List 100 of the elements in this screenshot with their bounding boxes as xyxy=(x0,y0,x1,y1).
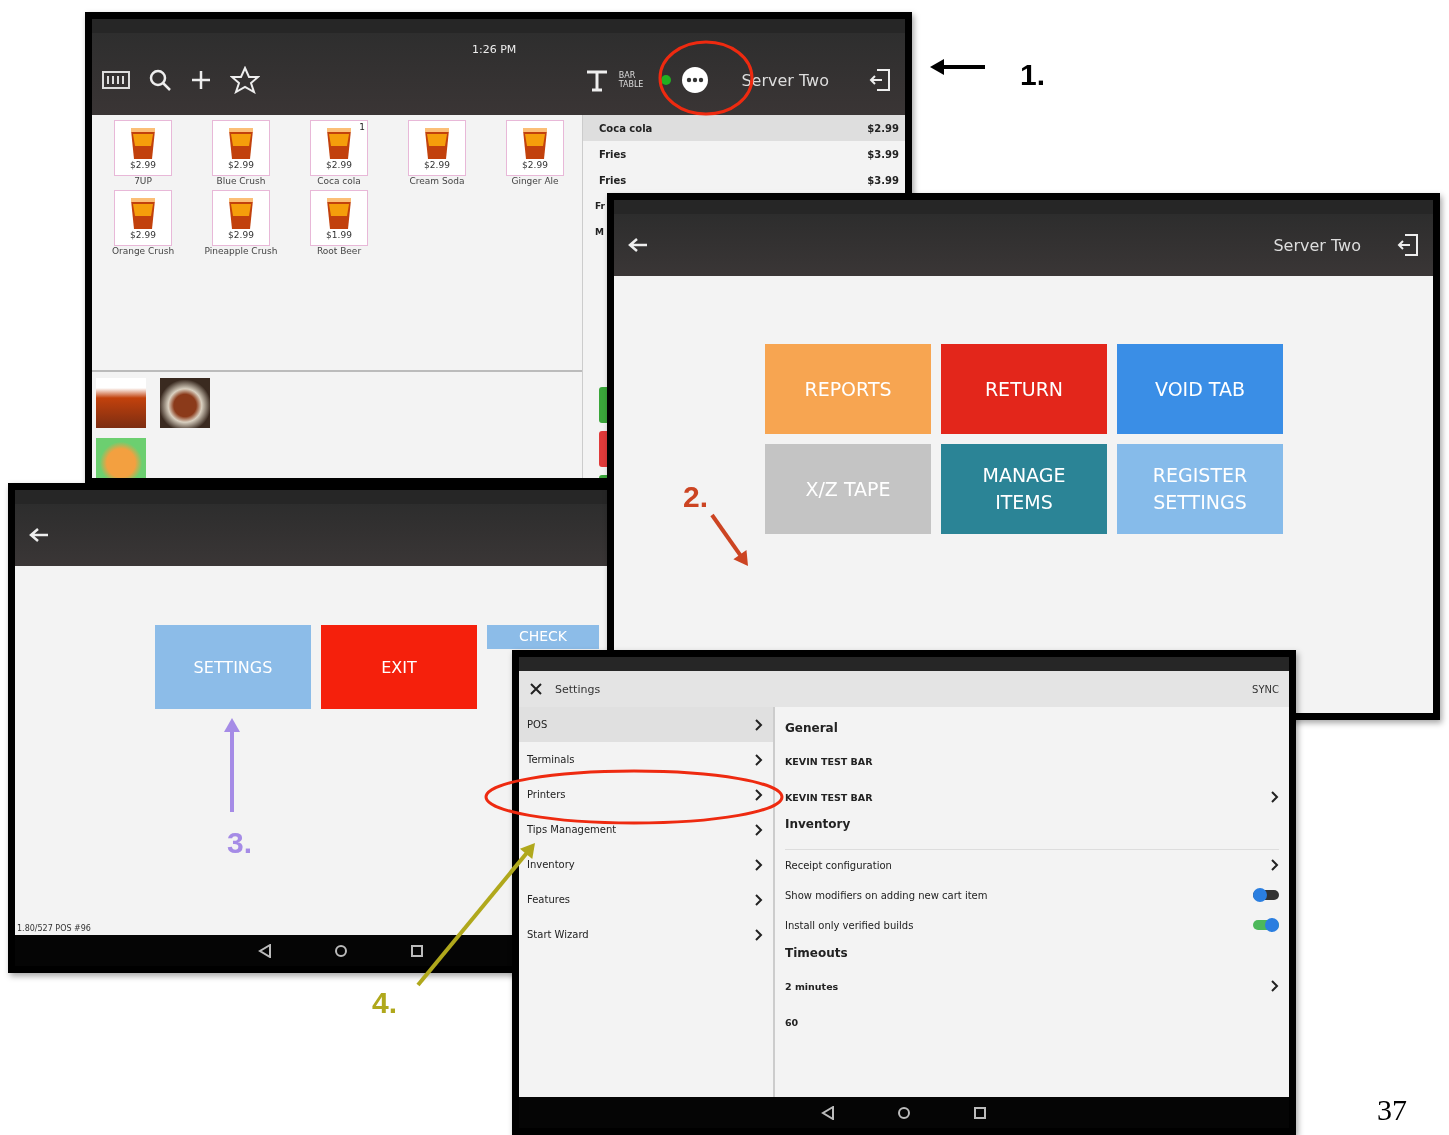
settings-category[interactable]: POS xyxy=(519,707,773,742)
callout-number: 2. xyxy=(683,480,709,514)
settings-category[interactable]: Start Wizard xyxy=(519,917,773,952)
online-status-dot xyxy=(661,75,672,85)
product-tile[interactable]: $1.99 xyxy=(310,190,368,246)
back-arrow-icon[interactable] xyxy=(628,237,648,253)
section-heading: General xyxy=(785,720,839,737)
chevron-right-icon xyxy=(755,893,763,906)
page-number: 37 xyxy=(1377,1093,1407,1127)
logout-icon[interactable] xyxy=(869,68,891,92)
home-nav-icon[interactable] xyxy=(334,943,348,958)
product-name: 7UP xyxy=(133,176,153,186)
cart-count-badge: 1 xyxy=(359,122,365,132)
toggle-switch[interactable] xyxy=(1253,890,1279,900)
product-tile[interactable]: $2.99 1 xyxy=(310,120,368,176)
drink-icon xyxy=(422,126,452,160)
chevron-right-icon[interactable] xyxy=(1271,791,1279,803)
close-icon[interactable] xyxy=(529,682,543,696)
product-name: Root Beer xyxy=(315,246,363,256)
version-text: 1.80/527 POS #96 xyxy=(17,924,91,933)
product-price: $2.99 xyxy=(130,160,156,170)
product-name: Pineapple Crush xyxy=(203,246,279,256)
product-price: $2.99 xyxy=(326,160,352,170)
section-heading: Timeouts xyxy=(785,945,849,962)
product-tile[interactable]: $2.99 xyxy=(114,190,172,246)
product-name: Blue Crush xyxy=(215,176,267,186)
search-icon[interactable] xyxy=(148,68,172,92)
settings-category[interactable]: Features xyxy=(519,882,773,917)
home-nav-icon[interactable] xyxy=(897,1105,911,1120)
photo-placeholder[interactable] xyxy=(160,378,210,428)
setting-label: Show modifiers on adding new cart item xyxy=(785,889,988,901)
setting-value: 60 xyxy=(785,1016,799,1028)
drink-icon xyxy=(324,196,354,230)
order-line[interactable]: M xyxy=(583,219,606,245)
back-arrow-icon[interactable] xyxy=(29,527,49,543)
settings-category[interactable]: Terminals xyxy=(519,742,773,777)
chevron-right-icon xyxy=(755,753,763,766)
menu-tile[interactable]: RETURN xyxy=(941,344,1107,434)
table-mode-label: BAR xyxy=(618,71,637,80)
product-tile[interactable]: $2.99 xyxy=(506,120,564,176)
product-name: Ginger Ale xyxy=(510,176,560,186)
settings-category[interactable]: Inventory xyxy=(519,847,773,882)
setting-label[interactable]: Receipt configuration xyxy=(785,859,892,871)
order-line[interactable]: Fries $3.99 xyxy=(583,141,905,167)
product-name: Cream Soda xyxy=(408,176,466,186)
product-price: $2.99 xyxy=(522,160,548,170)
drink-icon xyxy=(128,126,158,160)
chevron-right-icon xyxy=(755,788,763,801)
clock-time: 1:26 PM xyxy=(472,43,517,56)
star-icon[interactable] xyxy=(230,66,260,94)
chevron-right-icon xyxy=(755,858,763,871)
product-tile[interactable]: $2.99 xyxy=(408,120,466,176)
callout-number: 3. xyxy=(227,826,253,860)
product-tile[interactable]: $2.99 xyxy=(114,120,172,176)
product-price: $2.99 xyxy=(424,160,450,170)
setting-value: KEVIN TEST BAR xyxy=(785,755,873,767)
product-tile[interactable]: $2.99 xyxy=(212,120,270,176)
grid-icon[interactable] xyxy=(102,70,130,90)
settings-category[interactable]: Tips Management xyxy=(519,812,773,847)
section-heading: Inventory xyxy=(785,816,852,833)
user-name: Server Two xyxy=(1273,235,1361,255)
sync-button[interactable]: SYNC xyxy=(1252,683,1279,695)
drink-icon xyxy=(226,196,256,230)
back-nav-icon[interactable] xyxy=(258,943,272,958)
order-line[interactable]: Fr xyxy=(583,193,606,219)
drink-icon xyxy=(226,126,256,160)
chevron-right-icon[interactable] xyxy=(1271,859,1279,871)
table-mode-label: TABLE xyxy=(618,80,644,89)
drink-icon xyxy=(128,196,158,230)
menu-icon[interactable] xyxy=(681,66,710,94)
plus-icon[interactable] xyxy=(190,69,212,91)
callout-number: 4. xyxy=(372,986,398,1020)
product-price: $2.99 xyxy=(130,230,156,240)
setting-value: 2 minutes xyxy=(785,980,839,992)
settings-category[interactable]: Printers xyxy=(519,777,773,812)
product-name: Orange Crush xyxy=(110,246,176,256)
drink-icon xyxy=(324,126,354,160)
recents-nav-icon[interactable] xyxy=(410,943,424,958)
setting-value: KEVIN TEST BAR xyxy=(785,791,873,803)
photo-placeholder[interactable] xyxy=(96,378,146,428)
product-tile[interactable]: $2.99 xyxy=(212,190,270,246)
product-price: $2.99 xyxy=(228,160,254,170)
callout-number: 1. xyxy=(1020,58,1046,92)
screen-title: Settings xyxy=(555,682,601,696)
product-price: $2.99 xyxy=(228,230,254,240)
table-icon[interactable] xyxy=(584,68,609,92)
menu-tile[interactable]: EXIT xyxy=(321,625,477,709)
product-price: $1.99 xyxy=(326,230,352,240)
drink-icon xyxy=(520,126,550,160)
toggle-switch[interactable] xyxy=(1253,920,1279,930)
chevron-right-icon xyxy=(755,823,763,836)
menu-tile[interactable]: MANAGE ITEMS xyxy=(941,444,1107,534)
chevron-right-icon[interactable] xyxy=(1271,980,1279,992)
order-line[interactable]: Fries $3.99 xyxy=(583,167,905,193)
product-name: Coca cola xyxy=(316,176,362,186)
back-nav-icon[interactable] xyxy=(821,1105,835,1120)
logout-icon[interactable] xyxy=(1397,233,1419,257)
chevron-right-icon xyxy=(755,928,763,941)
setting-label: Install only verified builds xyxy=(785,919,914,931)
recents-nav-icon[interactable] xyxy=(973,1105,987,1120)
